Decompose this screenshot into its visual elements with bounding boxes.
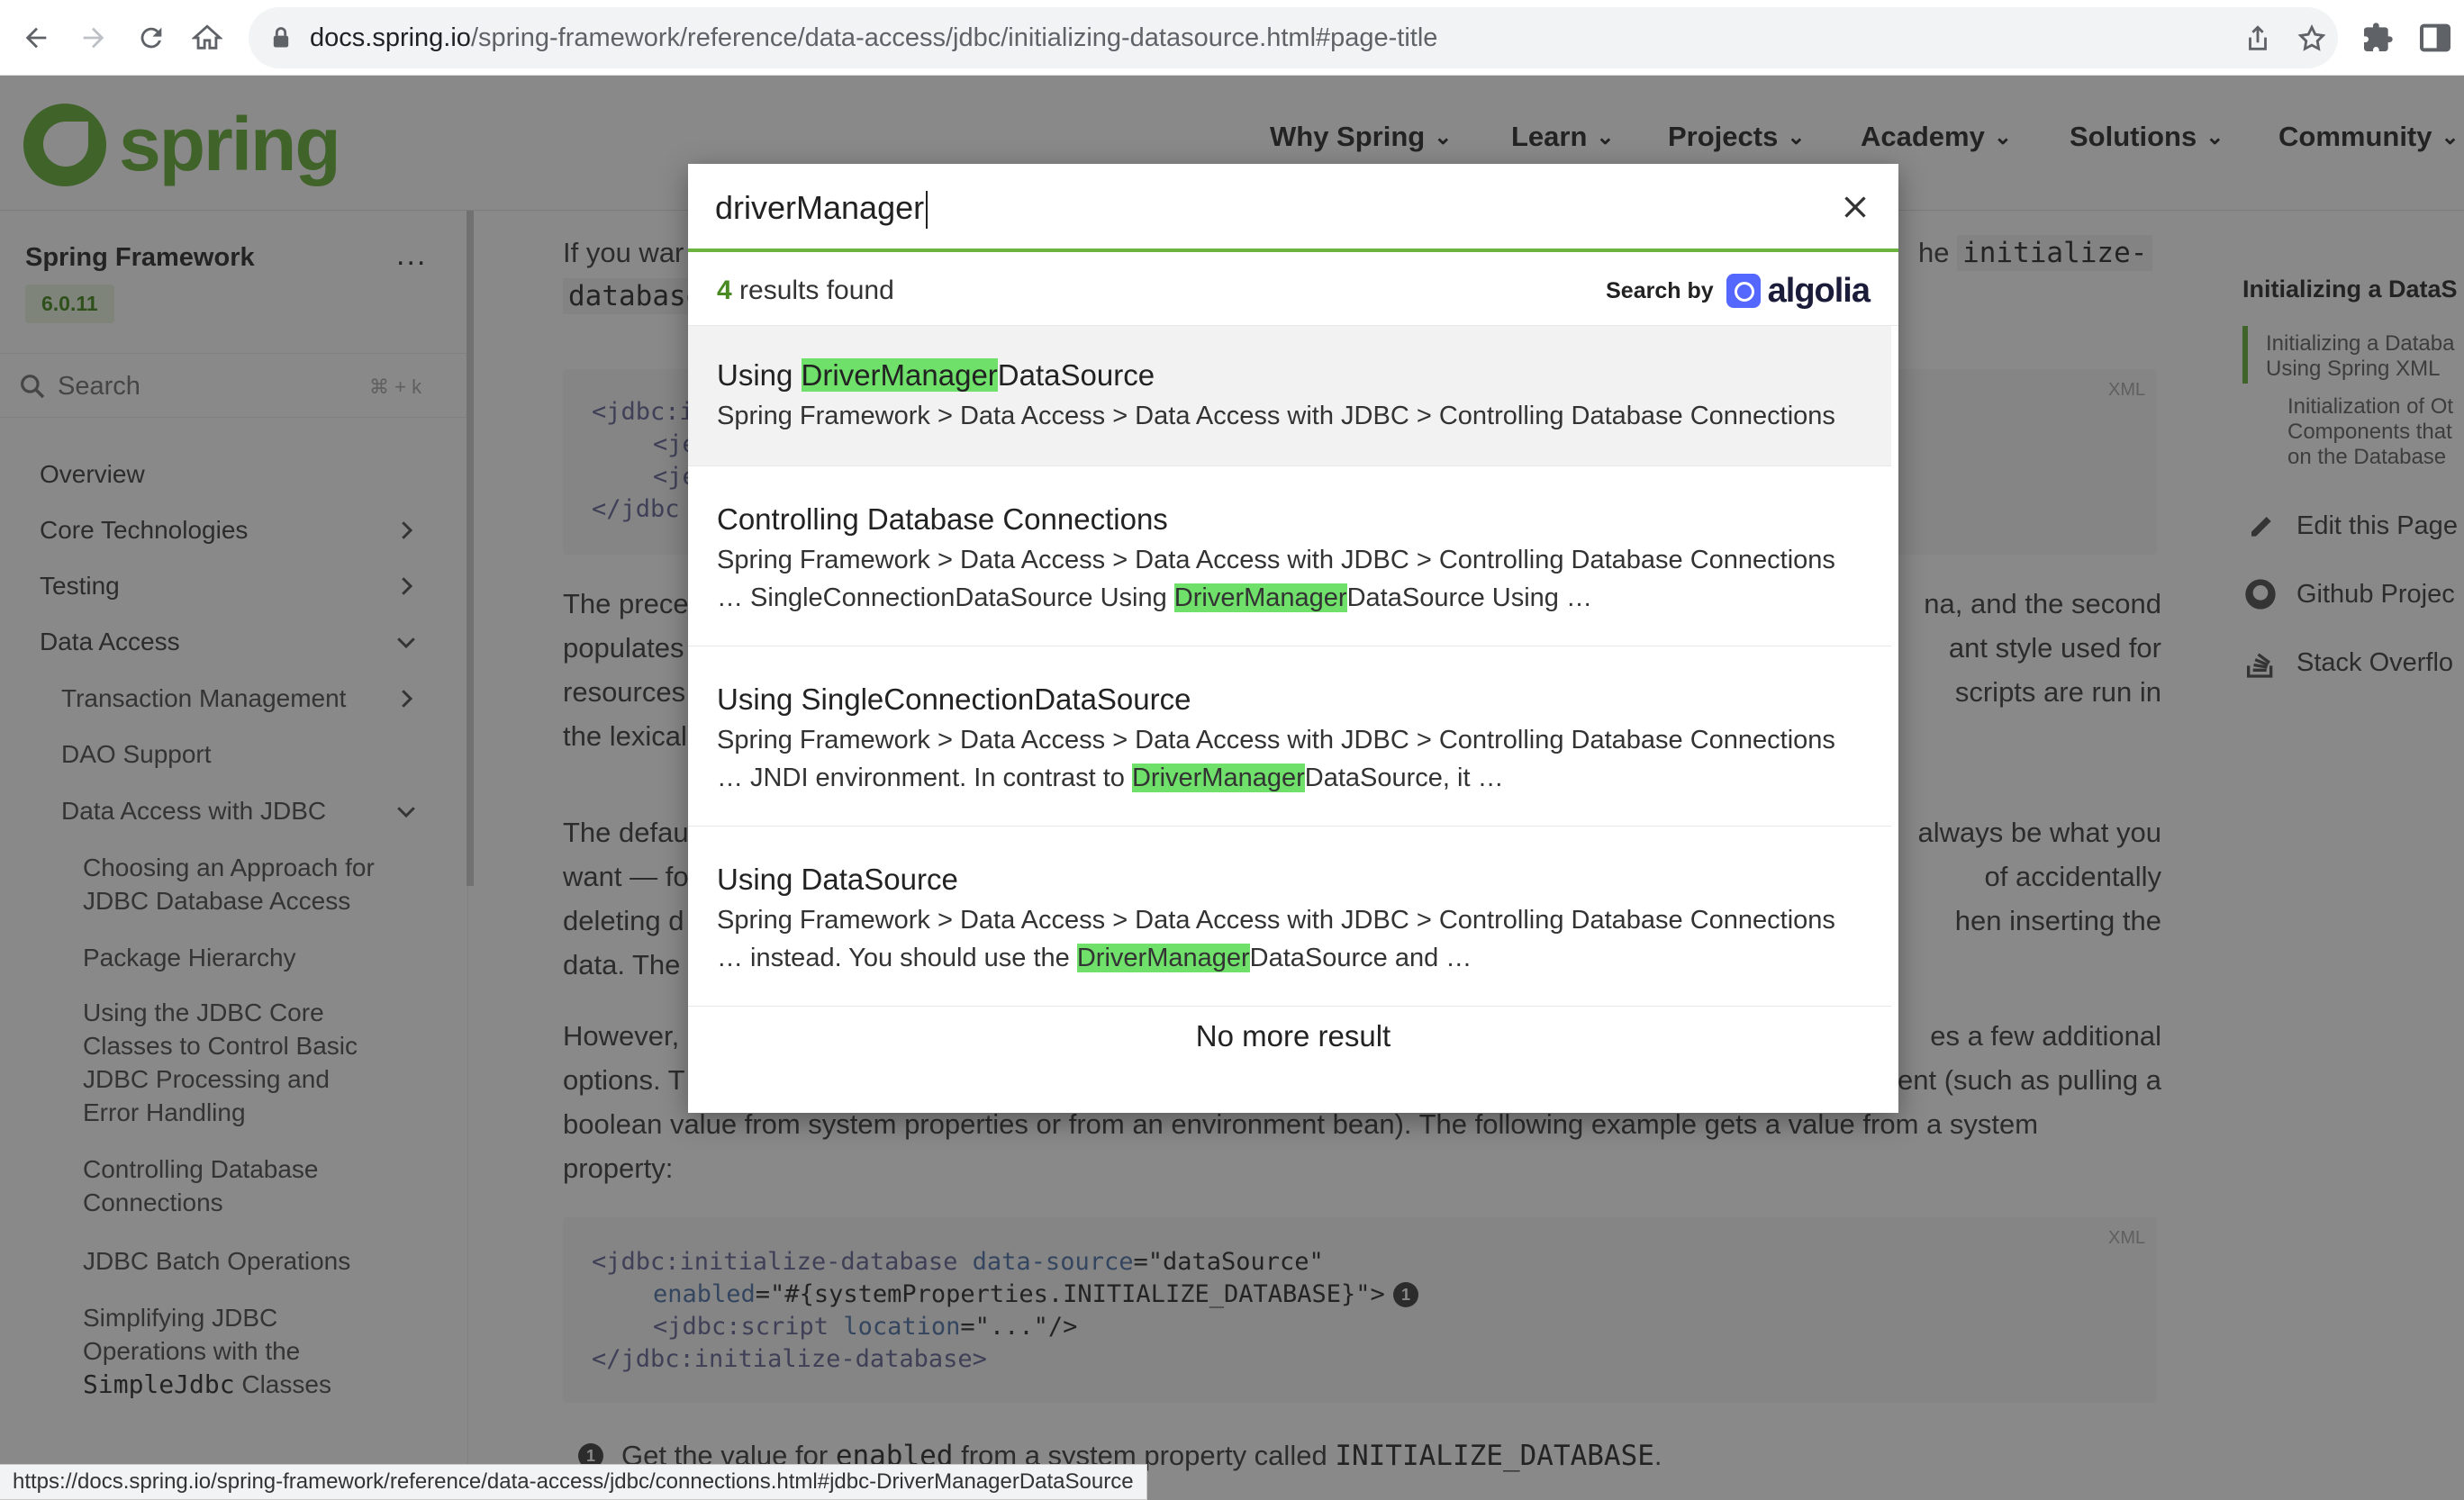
back-button[interactable] [11, 13, 61, 63]
back-arrow-icon [25, 27, 47, 49]
extensions-puzzle-icon[interactable] [2360, 20, 2396, 56]
result-breadcrumb: Spring Framework > Data Access > Data Ac… [717, 726, 1835, 755]
algolia-attribution[interactable]: Search by algolia [1606, 256, 1871, 326]
forward-arrow-icon [83, 27, 104, 49]
result-breadcrumb: Spring Framework > Data Access > Data Ac… [717, 402, 1835, 430]
text-caret [926, 191, 929, 230]
address-bar[interactable]: docs.spring.io/spring-framework/referenc… [249, 7, 2338, 68]
search-result[interactable]: Controlling Database Connections Spring … [688, 466, 1891, 646]
browser-toolbar: docs.spring.io/spring-framework/referenc… [0, 0, 2464, 76]
side-panel-icon[interactable] [2417, 20, 2453, 56]
share-icon[interactable] [2242, 23, 2273, 54]
no-more-results: No more result [1195, 1019, 1391, 1053]
home-icon [192, 24, 222, 50]
reload-button[interactable] [126, 13, 177, 63]
search-meta: 4 results found Search by algolia [688, 256, 1898, 326]
result-snippet: … JNDI environment. In contrast to Drive… [717, 764, 1504, 792]
search-modal: driverManager 4 results found Search by … [688, 164, 1898, 1113]
url-text: docs.spring.io/spring-framework/referenc… [310, 23, 1438, 52]
forward-button[interactable] [68, 13, 119, 63]
bookmark-star-icon[interactable] [2296, 23, 2327, 54]
results-scrollbar[interactable] [1891, 326, 1898, 1010]
search-result[interactable]: Using SingleConnectionDataSource Spring … [688, 646, 1891, 827]
lock-icon [273, 27, 289, 48]
close-icon[interactable] [1839, 191, 1871, 223]
search-result[interactable]: Using DriverManagerDataSource Spring Fra… [688, 326, 1891, 466]
search-input[interactable]: driverManager [688, 164, 1898, 252]
result-snippet: … instead. You should use the DriverMana… [717, 944, 1472, 972]
algolia-logo-icon [1726, 274, 1761, 308]
result-breadcrumb: Spring Framework > Data Access > Data Ac… [717, 546, 1835, 574]
result-count: 4 results found [717, 276, 894, 305]
result-breadcrumb: Spring Framework > Data Access > Data Ac… [717, 906, 1835, 935]
search-result[interactable]: Using DataSource Spring Framework > Data… [688, 827, 1891, 1007]
reload-icon [140, 27, 162, 49]
result-snippet: … SingleConnectionDataSource Using Drive… [717, 583, 1592, 612]
link-status-bar: https://docs.spring.io/spring-framework/… [0, 1464, 1147, 1500]
home-button[interactable] [182, 13, 232, 63]
